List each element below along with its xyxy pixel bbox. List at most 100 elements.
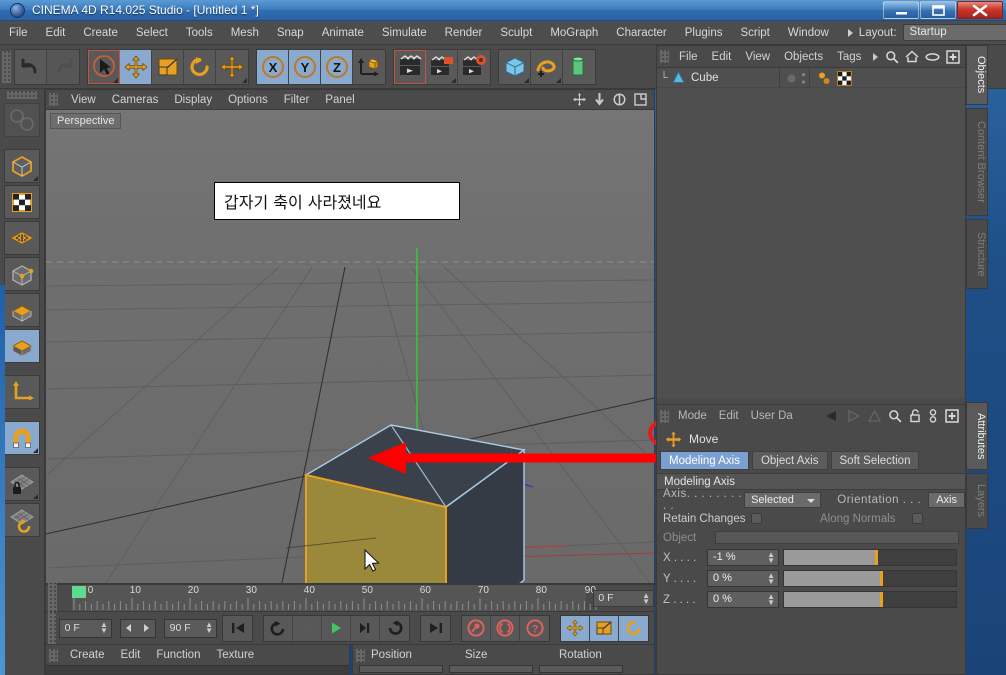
object-menu-view[interactable]: View [738,46,777,68]
maximize-button[interactable] [920,1,956,19]
menu-snap[interactable]: Snap [268,21,313,45]
keyframe-help-icon[interactable]: ? [520,615,549,641]
viewport-menu-panel[interactable]: Panel [317,90,362,110]
tab-object-axis[interactable]: Object Axis [751,451,828,470]
tool-expand-corner[interactable] [33,176,38,181]
scale-icon[interactable] [152,49,184,84]
layout-dropdown[interactable]: Startup [902,24,1006,41]
minimize-button[interactable] [883,1,919,19]
timeline-ruler[interactable]: 0 10 20 30 40 50 60 70 80 90 [71,585,597,611]
tool-expand-corner[interactable] [33,448,38,453]
search-icon[interactable] [888,409,902,423]
world-object-axis-icon[interactable] [353,49,385,84]
viewport-canvas[interactable]: Y X [46,110,654,583]
back-arrow-icon[interactable] [824,410,839,422]
menu-plugins[interactable]: Plugins [676,21,732,45]
menu-render[interactable]: Render [436,21,492,45]
attribute-grip[interactable] [660,409,669,423]
viewport-menu-display[interactable]: Display [166,90,220,110]
position-x-field[interactable] [359,665,443,673]
pan-icon[interactable] [573,93,586,106]
menu-sculpt[interactable]: Sculpt [491,21,541,45]
render-view-icon[interactable] [394,49,426,84]
model-mode-icon[interactable] [4,149,40,183]
vtab-objects[interactable]: Objects [966,45,988,105]
position-key-icon[interactable] [561,615,590,641]
spinner-icon[interactable]: ▲ ▼ [767,551,775,565]
scale-key-icon[interactable] [590,615,619,641]
end-frame-field[interactable]: 90 F ▲ ▼ [163,618,217,638]
attribute-menu-edit[interactable]: Edit [713,405,745,427]
z-field[interactable]: 0 % ▲ ▼ [707,591,779,608]
ellipse-icon[interactable] [925,52,940,62]
pin-icon[interactable] [928,409,938,423]
object-menu-objects[interactable]: Objects [777,46,830,68]
search-icon[interactable] [885,50,899,64]
axis-mode-icon[interactable] [4,375,40,409]
live-selection-icon[interactable] [88,49,120,84]
snap-magnet-icon[interactable] [4,421,40,455]
step-forward-icon[interactable] [351,615,380,641]
maximize-view-icon[interactable] [634,93,647,106]
z-slider-knob[interactable] [880,592,884,607]
object-menu-edit[interactable]: Edit [705,46,739,68]
zoom-icon[interactable] [594,93,605,106]
menu-mesh[interactable]: Mesh [222,21,268,45]
tool-expand-corner[interactable] [242,77,247,83]
axis-dropdown[interactable]: Selected [744,491,822,508]
checker-tag[interactable] [837,71,852,86]
play-icon[interactable] [322,615,351,641]
viewport-grip[interactable] [49,93,58,106]
size-x-field[interactable] [449,665,533,673]
material-list[interactable] [46,665,349,674]
object-menu-file[interactable]: File [672,46,705,68]
attribute-menu-userdata[interactable]: User Da [745,405,799,427]
tab-modeling-axis[interactable]: Modeling Axis [660,451,749,470]
tool-expand-corner[interactable] [33,494,38,499]
step-back-icon[interactable] [293,615,322,641]
stepper-left-icon[interactable] [121,620,138,637]
object-name[interactable]: Cube [691,72,719,84]
points-mode-icon[interactable] [4,221,40,255]
home-icon[interactable] [905,50,919,63]
current-frame-field[interactable]: 0 F ▲ ▼ [593,589,654,607]
add-layer-icon[interactable] [946,49,960,64]
spinner-icon[interactable]: ▲ ▼ [767,572,775,586]
x-field[interactable]: -1 % ▲ ▼ [707,549,779,566]
stepper-right-icon[interactable] [138,620,155,637]
polygon-selected-icon[interactable] [4,329,40,363]
render-region-icon[interactable] [426,49,458,84]
attribute-menu-mode[interactable]: Mode [672,405,713,427]
spline-icon[interactable] [531,49,563,84]
spinner-icon[interactable]: ▲ ▼ [642,591,650,605]
y-axis-lock-icon[interactable]: Y [289,49,321,84]
z-slider[interactable] [783,591,957,608]
visibility-toggle-icon[interactable] [801,72,806,85]
viewport-menu-options[interactable]: Options [220,90,276,110]
along-normals-checkbox[interactable] [912,513,923,524]
cube-primitive-icon[interactable] [499,49,531,84]
menu-animate[interactable]: Animate [313,21,373,45]
go-to-start-icon[interactable] [223,615,252,641]
phong-tag[interactable] [817,71,832,86]
rotate-icon[interactable] [184,49,216,84]
rotation-key-icon[interactable] [619,615,648,641]
orientation-button[interactable]: Axis [928,491,965,508]
menu-mograph[interactable]: MoGraph [541,21,607,45]
add-icon[interactable] [945,409,959,423]
viewport-label[interactable]: Perspective [50,113,122,129]
material-grip[interactable] [49,648,58,662]
viewport-menu-filter[interactable]: Filter [276,90,318,110]
menu-select[interactable]: Select [127,21,177,45]
material-menu-function[interactable]: Function [148,645,208,665]
current-frame-marker[interactable] [71,586,86,598]
texture-mode-icon[interactable] [4,185,40,219]
previous-key-icon[interactable] [264,615,293,641]
autokey-icon[interactable] [491,615,520,641]
close-button[interactable] [957,1,1003,19]
tool-expand-corner[interactable] [451,77,456,83]
go-to-end-icon[interactable] [421,615,450,641]
generator-icon[interactable] [563,49,595,84]
redo-icon[interactable] [47,49,79,84]
menu-character[interactable]: Character [607,21,676,45]
